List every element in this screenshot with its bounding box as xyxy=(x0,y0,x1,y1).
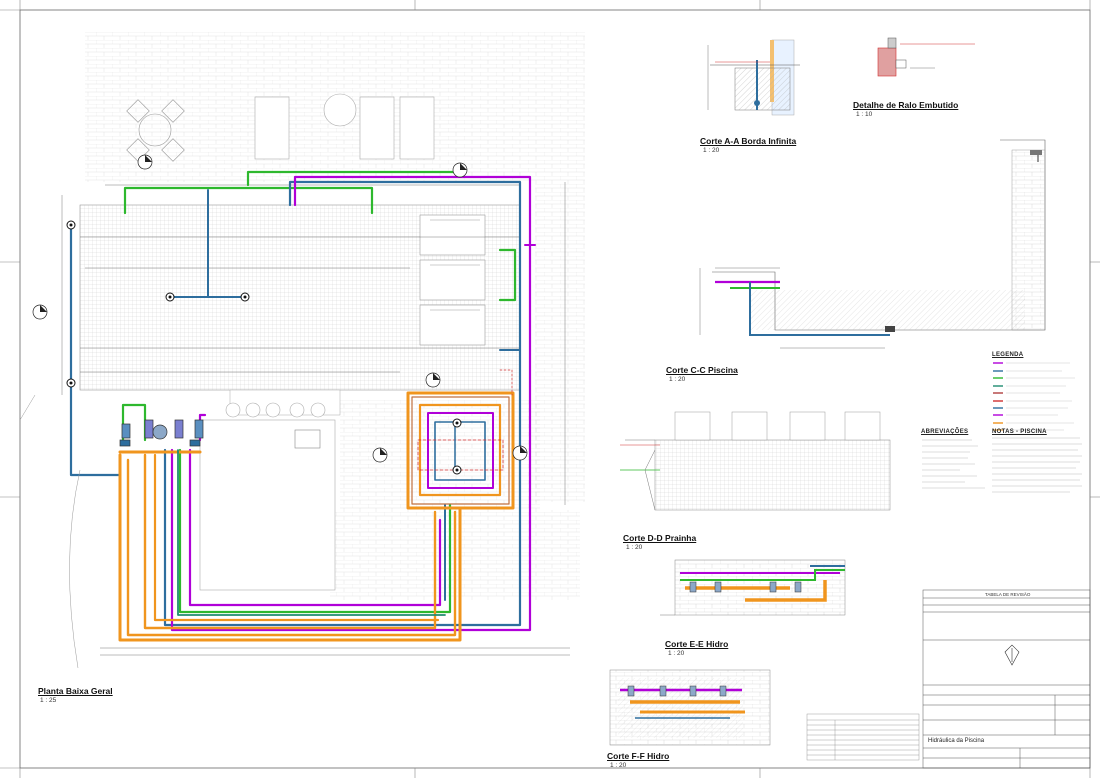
plan-view xyxy=(19,32,585,669)
notes-title: NOTAS - PISCINA xyxy=(992,429,1047,435)
legend-title: LEGENDA xyxy=(992,352,1024,358)
ralo-scale: 1 : 10 xyxy=(856,111,873,118)
corte-dd-title: Corte D-D Prainha xyxy=(623,533,697,543)
corte-ff-title: Corte F-F Hidro xyxy=(607,751,670,761)
notes-text-lines xyxy=(992,437,1082,493)
corte-aa-view xyxy=(707,39,800,116)
corte-aa-scale: 1 : 20 xyxy=(703,147,720,154)
corte-dd-scale: 1 : 20 xyxy=(626,544,643,551)
corte-ee-view xyxy=(660,559,846,616)
pool-steps xyxy=(419,214,486,346)
revision-table-header: TABELA DE REVISÃO xyxy=(985,592,1031,597)
pump-set xyxy=(119,419,204,447)
corte-dd-view xyxy=(620,411,891,511)
corte-ff-scale: 1 : 20 xyxy=(610,762,627,769)
hydraulic-drawing xyxy=(0,0,1100,778)
corte-cc-title: Corte C-C Piscina xyxy=(666,365,738,375)
corte-ff-view xyxy=(609,669,771,746)
company-logo xyxy=(1004,644,1020,666)
ralo-detail-view xyxy=(877,37,975,77)
corte-cc-scale: 1 : 20 xyxy=(669,376,686,383)
revision-table xyxy=(806,713,920,761)
corte-ee-scale: 1 : 20 xyxy=(668,650,685,657)
legend-lines xyxy=(993,362,1003,431)
sheet-name: Hidráulica da Piscina xyxy=(928,738,985,744)
plan-title: Planta Baixa Geral xyxy=(38,686,113,696)
drawing-sheet: Planta Baixa Geral 1 : 25 Corte A-A Bord… xyxy=(0,0,1100,778)
abbreviation-text-lines xyxy=(922,439,985,489)
ralo-title: Detalhe de Ralo Embutido xyxy=(853,100,959,110)
corte-ee-title: Corte E-E Hidro xyxy=(665,639,729,649)
legend-text-lines xyxy=(1006,362,1075,431)
abbreviations-title: ABREVIAÇÕES xyxy=(921,429,969,435)
corte-aa-title: Corte A-A Borda Infinita xyxy=(700,136,797,146)
plan-scale: 1 : 25 xyxy=(40,697,57,704)
corte-cc-view xyxy=(699,139,1046,349)
